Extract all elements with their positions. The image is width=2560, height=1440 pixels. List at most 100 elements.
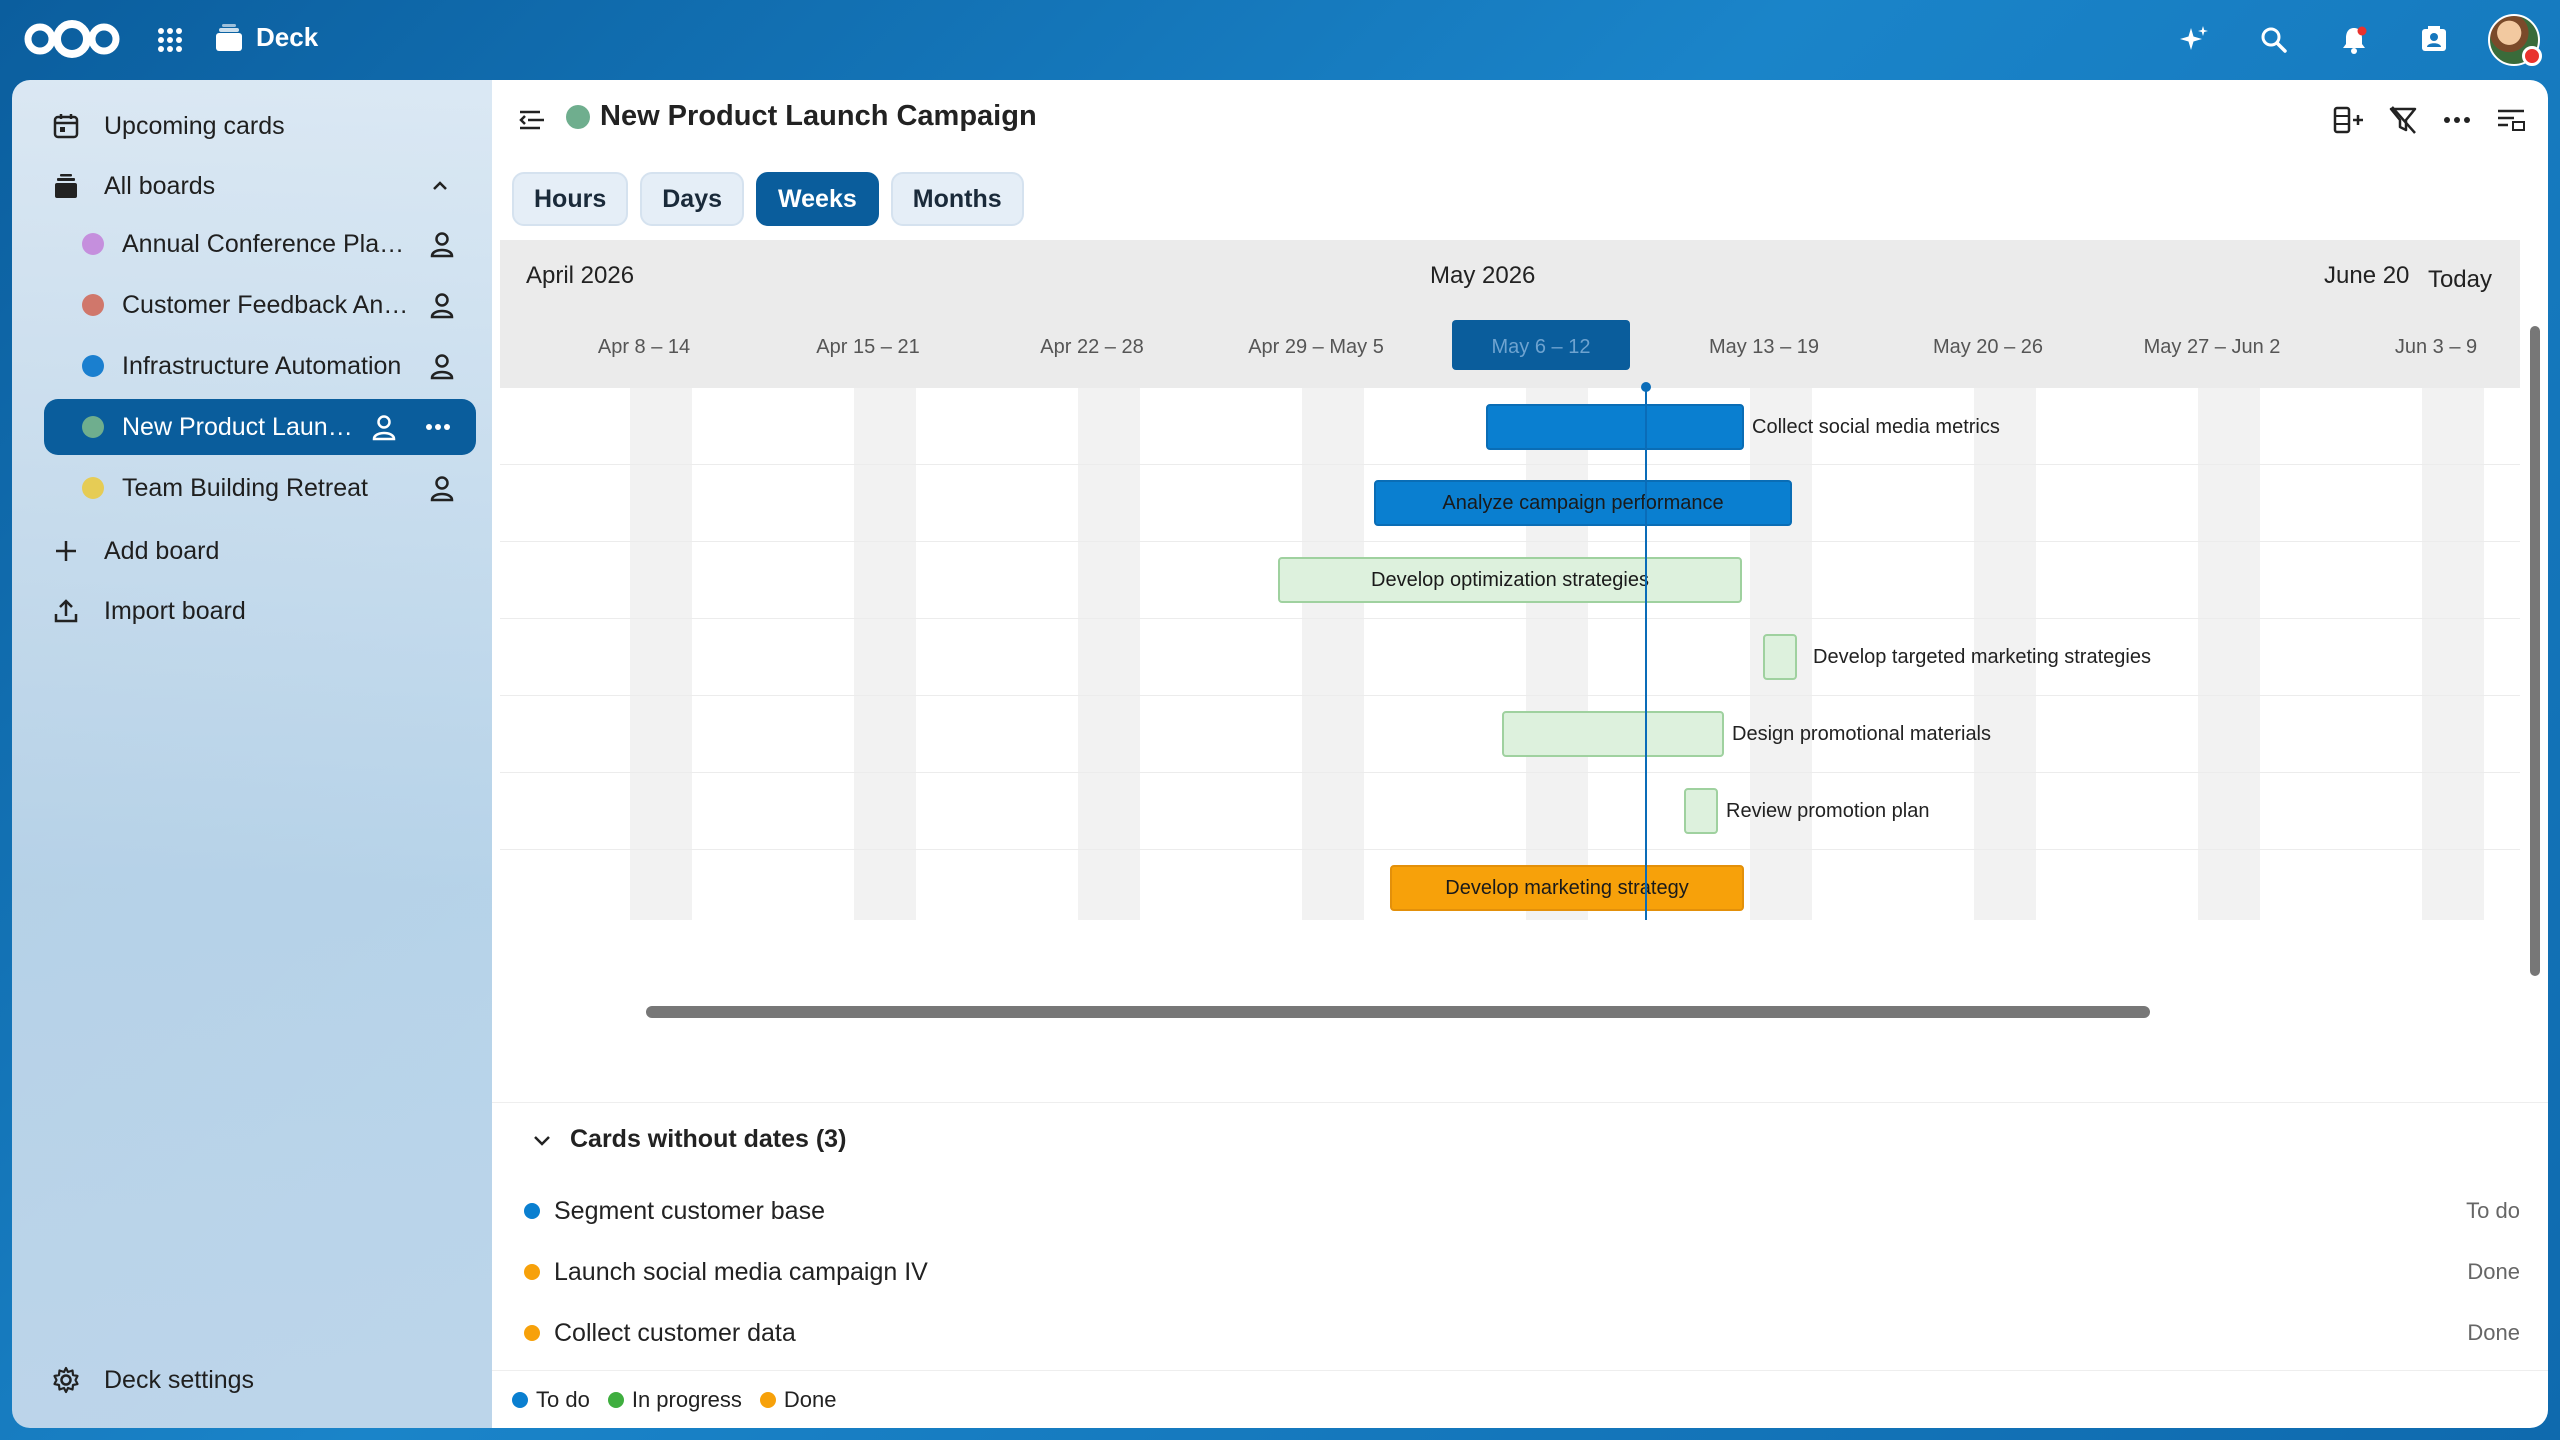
board-color-dot [82, 294, 104, 316]
view-mode-tabs: Hours Days Weeks Months [512, 172, 1024, 226]
tab-weeks[interactable]: Weeks [756, 172, 879, 226]
board-item-team-building[interactable]: Team Building Retreat [44, 460, 476, 516]
app-menu-icon[interactable] [156, 26, 184, 54]
gantt-task-bar[interactable] [1684, 788, 1718, 834]
contacts-icon[interactable] [2394, 0, 2474, 80]
weekend-shade [2422, 388, 2484, 920]
card-title: Collect customer data [554, 1318, 796, 1347]
more-actions-button[interactable] [2430, 96, 2484, 144]
card-title: Segment customer base [554, 1196, 825, 1225]
details-icon [2498, 109, 2525, 131]
gantt-task-bar[interactable]: Analyze campaign performance [1374, 480, 1792, 526]
list-item[interactable]: Collect customer data Done [512, 1303, 2522, 1363]
tab-hours[interactable]: Hours [512, 172, 629, 226]
board-item-new-product-launch[interactable]: New Product Launch ... [44, 399, 476, 455]
tab-days[interactable]: Days [640, 172, 744, 226]
deck-settings-label: Deck settings [104, 1365, 255, 1394]
board-item-customer-feedback[interactable]: Customer Feedback Analy... [44, 277, 476, 333]
legend-label: To do [536, 1386, 590, 1412]
avatar[interactable] [2488, 14, 2542, 66]
shared-user-icon[interactable] [426, 472, 458, 504]
horizontal-scrollbar[interactable] [646, 1006, 2150, 1018]
section-heading: Cards without dates (3) [570, 1125, 847, 1153]
weekend-shade [630, 388, 692, 920]
gantt-task-bar[interactable] [1502, 711, 1724, 757]
assistant-icon[interactable] [2154, 0, 2234, 80]
board-color-dot [82, 477, 104, 499]
search-icon[interactable] [2234, 0, 2314, 80]
weekend-shade [1078, 388, 1140, 920]
board-color-dot [82, 416, 104, 438]
status-legend: To do In progress Done [492, 1370, 2548, 1428]
cards-without-dates-toggle[interactable]: Cards without dates (3) [528, 1125, 846, 1154]
board-color-dot [82, 233, 104, 255]
tab-months[interactable]: Months [890, 172, 1024, 226]
main-content: New Product Launch Campaign Hours Days W… [492, 80, 2548, 1428]
gantt-task-bar[interactable]: Develop optimization strategies [1278, 557, 1742, 603]
deck-icon [216, 23, 242, 51]
selected-week-label: May 6 – 12 [1491, 336, 1591, 358]
board-color-dot [82, 355, 104, 377]
add-board-label: Add board [104, 536, 220, 565]
row-divider [500, 695, 2520, 696]
board-header: New Product Launch Campaign [492, 80, 2548, 160]
current-app[interactable]: Deck [214, 22, 318, 53]
board-name: Annual Conference Planning [122, 229, 414, 258]
shared-user-icon[interactable] [426, 350, 458, 382]
month-label: June 20 [2324, 262, 2410, 289]
gantt-task-bar[interactable] [1486, 404, 1744, 450]
top-bar: Deck [0, 0, 2560, 80]
status-dot [524, 1203, 540, 1219]
gantt-task-label: Design promotional materials [1732, 723, 1992, 745]
boards-stack-icon [50, 170, 82, 202]
shared-user-icon[interactable] [426, 228, 458, 260]
board-name: Customer Feedback Analy... [122, 290, 414, 319]
gantt-chart: April 2026 May 2026 June 20 Today Apr 8 … [500, 240, 2520, 1018]
shared-user-icon[interactable] [368, 411, 400, 443]
nav-all-boards-label: All boards [104, 171, 216, 200]
board-item-infrastructure[interactable]: Infrastructure Automation [44, 338, 476, 394]
gantt-task-label: Review promotion plan [1726, 800, 1930, 822]
legend-item: In progress [607, 1387, 742, 1413]
nav-all-boards[interactable]: All boards [28, 156, 476, 216]
add-board-button[interactable]: Add board [28, 521, 476, 581]
week-label: Jun 3 – 9 [2394, 336, 2478, 358]
gantt-task-bar[interactable] [1763, 634, 1797, 680]
plus-icon [50, 535, 82, 567]
legend-label: Done [783, 1386, 837, 1412]
board-details-button[interactable] [2484, 96, 2538, 144]
board-name: Infrastructure Automation [122, 351, 402, 380]
upload-icon [50, 595, 82, 627]
week-label: Apr 29 – May 5 [1248, 336, 1384, 358]
filter-button[interactable] [2376, 96, 2430, 144]
board-name: New Product Launch ... [122, 412, 356, 441]
week-label: May 20 – 26 [1932, 336, 2044, 358]
add-list-button[interactable] [2322, 96, 2376, 144]
deck-settings-button[interactable]: Deck settings [28, 1350, 476, 1410]
list-item[interactable]: Segment customer base To do [512, 1181, 2522, 1241]
sidebar: Upcoming cards All boards Annual Confere… [12, 80, 492, 1428]
status-dnd-icon [2522, 46, 2542, 66]
toggle-sidebar-icon[interactable] [516, 104, 548, 136]
nav-upcoming-label: Upcoming cards [104, 111, 285, 140]
import-board-button[interactable]: Import board [28, 581, 476, 641]
row-divider [500, 849, 2520, 850]
gear-icon [50, 1364, 82, 1396]
nav-upcoming-cards[interactable]: Upcoming cards [28, 96, 476, 156]
notifications-icon[interactable] [2314, 0, 2394, 80]
import-board-label: Import board [104, 596, 246, 625]
filter-off-icon [2389, 106, 2417, 134]
board-title-text: New Product Launch Campaign [600, 100, 1037, 132]
chevron-up-icon[interactable] [426, 172, 454, 200]
board-actions-more-icon[interactable] [418, 411, 458, 443]
nextcloud-logo[interactable] [22, 18, 122, 60]
list-item[interactable]: Launch social media campaign IV Done [512, 1242, 2522, 1302]
shared-user-icon[interactable] [426, 289, 458, 321]
vertical-scrollbar[interactable] [2530, 326, 2540, 976]
calendar-icon [50, 110, 82, 142]
month-label: April 2026 [526, 262, 635, 289]
gantt-task-bar[interactable]: Develop marketing strategy [1390, 865, 1744, 911]
legend-item: Done [759, 1386, 837, 1413]
today-button[interactable]: Today [2428, 266, 2492, 294]
board-item-annual-conference[interactable]: Annual Conference Planning [44, 216, 476, 272]
